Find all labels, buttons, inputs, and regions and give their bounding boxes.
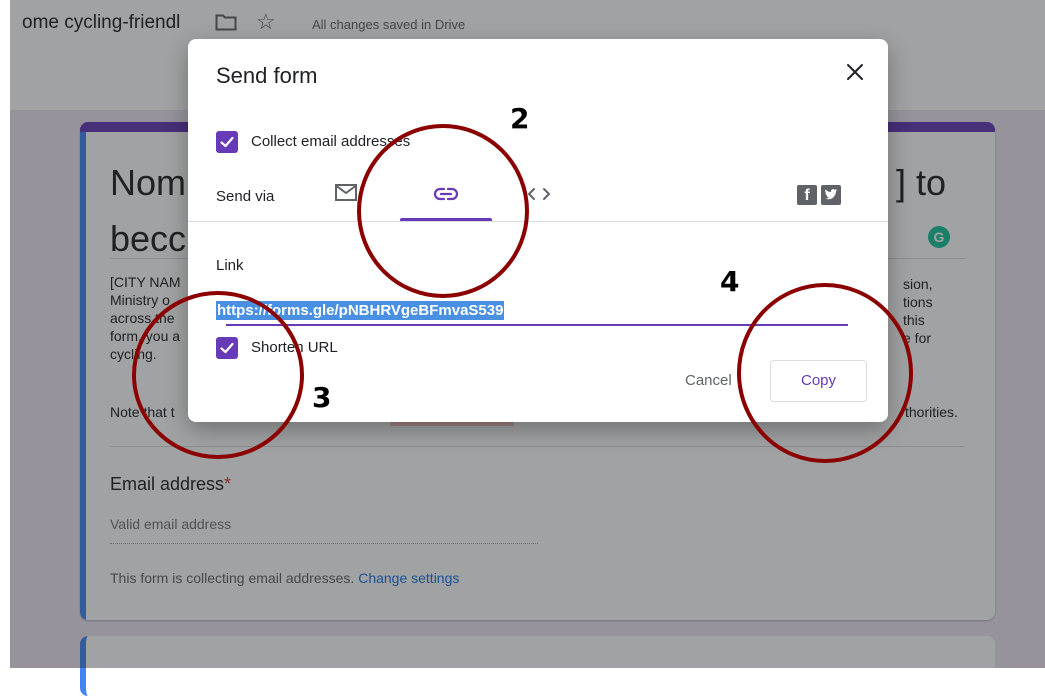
- annotation-overlay: [132, 124, 913, 463]
- step-label-3: 3: [312, 381, 332, 414]
- step-label-2: 2: [510, 102, 530, 135]
- annotation-circle-3: [132, 291, 304, 459]
- annotation-circle-2: [357, 124, 529, 298]
- step-label-4: 4: [720, 265, 740, 298]
- annotation-circle-4: [737, 283, 913, 463]
